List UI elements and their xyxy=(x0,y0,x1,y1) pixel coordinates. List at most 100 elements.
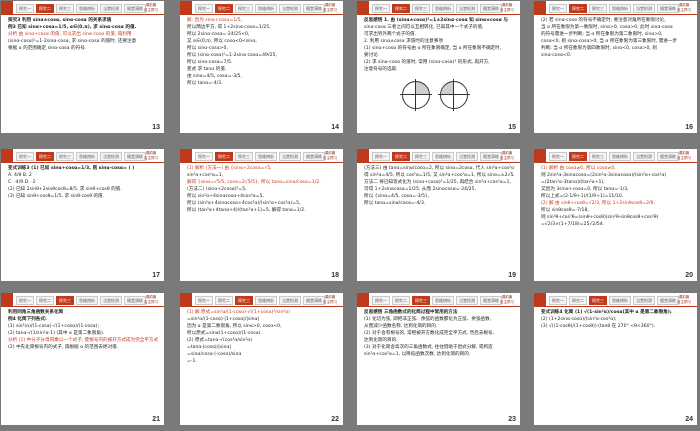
nav-tab[interactable]: 探究一 xyxy=(372,152,390,161)
nav-tab[interactable]: 思维辨析 xyxy=(609,4,631,13)
nav-tab[interactable]: 思维辨析 xyxy=(432,4,454,13)
nav-tab[interactable]: 探究一 xyxy=(549,296,567,305)
slide-number: 24 xyxy=(685,416,693,423)
nav-tab[interactable]: 探究三 xyxy=(56,4,74,13)
slide-text-line: (2) 已知 2sinθ+2sinθcosθ=8/5, 求 sinθ+cosθ … xyxy=(8,187,122,192)
nav-tabs: 探究一 探究二 探究三 思维辨析 当堂检测 随堂演练 xyxy=(372,152,502,161)
slide-header: 探究一 探究二 探究三 思维辨析 当堂检测 随堂演练 课前篇 自主预习 xyxy=(1,149,164,162)
slide-thumbnail[interactable]: 探究一 探究二 探究三 思维辨析 当堂检测 随堂演练 课前篇 自主预习 (1) 解析 (方法一… xyxy=(180,149,343,281)
nav-tabs: 探究一 探究二 探究三 思维辨析 当堂检测 随堂演练 xyxy=(372,4,502,13)
nav-tab[interactable]: 探究一 xyxy=(16,152,34,161)
nav-tab[interactable]: 当堂检测 xyxy=(100,296,122,305)
nav-tab[interactable]: 探究二 xyxy=(215,4,233,13)
slide-thumbnail[interactable]: 探究一 探究二 探究三 思维辨析 当堂检测 随堂演练 课前篇 自主预习 利用同角三角函数关系化… xyxy=(1,293,164,425)
nav-tab[interactable]: 探究一 xyxy=(195,296,213,305)
nav-tab[interactable]: 探究一 xyxy=(16,4,34,13)
nav-tab[interactable]: 当堂检测 xyxy=(100,4,122,13)
nav-tab[interactable]: 当堂检测 xyxy=(456,152,478,161)
section-label: 课前篇 自主预习 xyxy=(323,3,337,12)
nav-tab[interactable]: 探究三 xyxy=(589,4,607,13)
nav-tab[interactable]: 思维辨析 xyxy=(76,152,98,161)
nav-tab[interactable]: 思维辨析 xyxy=(609,296,631,305)
header-divider xyxy=(1,14,164,15)
nav-tab[interactable]: 探究二 xyxy=(215,152,233,161)
slide-text-line: =-1. xyxy=(187,359,197,364)
slide-text-line: 的符号需进一步判断; 当 α 所在象限为第二象限时, sinα>0, xyxy=(541,32,663,37)
slide-thumbnail[interactable]: 探究一 探究二 探究三 思维辨析 当堂检测 随堂演练 课前篇 自主预习 解: 因为 sinα+… xyxy=(180,1,343,133)
slide-thumbnail[interactable]: 探究一 探究二 探究三 思维辨析 当堂检测 随堂演练 课前篇 自主预习 反思感悟 三角函数式的… xyxy=(357,293,520,425)
nav-tab[interactable]: 当堂检测 xyxy=(633,152,655,161)
slide-content: 解: 因为 sinα+cosα=1/5, 所以两边平方, 得 1+2sinα·co… xyxy=(187,17,337,87)
slide-thumbnail[interactable]: 探究一 探究二 探究三 思维辨析 当堂检测 随堂演练 课前篇 自主预习 变式训练4 化简 (1… xyxy=(534,293,697,425)
slide-text-line: =(2tan²α-3tanα)/(tan²α+1), xyxy=(541,180,605,185)
nav-tab[interactable]: 探究二 xyxy=(36,152,54,161)
slide-number: 13 xyxy=(152,124,160,131)
slide-thumbnail[interactable]: 探究一 探究二 探究三 思维辨析 当堂检测 随堂演练 课前篇 自主预习 (2) 若 sinα-… xyxy=(534,1,697,133)
nav-tab[interactable]: 探究二 xyxy=(36,296,54,305)
nav-tab[interactable]: 探究三 xyxy=(412,152,430,161)
nav-tab[interactable]: 探究三 xyxy=(589,296,607,305)
nav-tab[interactable]: 当堂检测 xyxy=(279,296,301,305)
nav-tab[interactable]: 探究三 xyxy=(235,296,253,305)
slide-number: 17 xyxy=(152,272,160,279)
nav-tab[interactable]: 探究三 xyxy=(235,4,253,13)
nav-tab[interactable]: 思维辨析 xyxy=(255,152,277,161)
nav-tab[interactable]: 探究三 xyxy=(412,296,430,305)
logo-icon xyxy=(357,293,369,306)
slide-text-line: 变式训练3 (1) 已知 sinα+cosα=1/3, 则 sinα·cosα=… xyxy=(8,166,135,171)
section-label: 课前篇 自主预习 xyxy=(677,151,691,160)
slide-thumbnail[interactable]: 探究一 探究二 探究三 思维辨析 当堂检测 随堂演练 课前篇 自主预习 (1) 解析 由 co… xyxy=(534,149,697,281)
slide-text-line: 分析 (1) 中分子分母同乘以一个式子, 使根号内的被开方式成为完全平方式; xyxy=(8,338,158,343)
nav-tab[interactable]: 思维辨析 xyxy=(255,4,277,13)
nav-tab[interactable]: 探究三 xyxy=(235,152,253,161)
slide-thumbnail[interactable]: 探究一 探究二 探究三 思维辨析 当堂检测 随堂演练 课前篇 自主预习 (1) 解 原式=si… xyxy=(180,293,343,425)
nav-tab[interactable]: 探究二 xyxy=(569,4,587,13)
nav-tab[interactable]: 探究二 xyxy=(392,152,410,161)
slide-text-line: 注意符号的选取. xyxy=(364,67,398,72)
nav-tab[interactable]: 思维辨析 xyxy=(432,152,454,161)
nav-tab[interactable]: 探究一 xyxy=(549,152,567,161)
nav-tab[interactable]: 探究三 xyxy=(589,152,607,161)
nav-tab[interactable]: 当堂检测 xyxy=(456,296,478,305)
nav-tab[interactable]: 探究二 xyxy=(392,4,410,13)
nav-tab[interactable]: 探究一 xyxy=(549,4,567,13)
nav-tab[interactable]: 探究三 xyxy=(56,152,74,161)
slide-thumbnail[interactable]: 探究一 探究二 探究三 思维辨析 当堂检测 随堂演练 课前篇 自主预习 反思感悟 1. 由 (… xyxy=(357,1,520,133)
nav-tab[interactable]: 探究一 xyxy=(16,296,34,305)
nav-tab[interactable]: 当堂检测 xyxy=(633,4,655,13)
slide-text-line: 解: 因为 sinα+cosα=1/5, xyxy=(187,18,243,23)
slide-text-line: (3) √((1-cosθ)/(1+cosθ))·(tanθ 在 270° <θ… xyxy=(541,324,656,329)
slide-thumbnail[interactable]: 探究一 探究二 探究三 思维辨析 当堂检测 随堂演练 课前篇 自主预习 (方法三) 由 tan… xyxy=(357,149,520,281)
nav-tab[interactable]: 当堂检测 xyxy=(100,152,122,161)
nav-tab[interactable]: 探究一 xyxy=(195,4,213,13)
nav-tab[interactable]: 思维辨析 xyxy=(76,296,98,305)
nav-tab[interactable]: 探究一 xyxy=(195,152,213,161)
nav-tab[interactable]: 探究三 xyxy=(56,296,74,305)
nav-tab[interactable]: 当堂检测 xyxy=(456,4,478,13)
nav-tab[interactable]: 探究二 xyxy=(215,296,233,305)
nav-tab[interactable]: 探究一 xyxy=(372,296,390,305)
nav-tab[interactable]: 探究二 xyxy=(36,4,54,13)
slide-text-line: sinα·cosα 三者之间可以互相转化, 已知其中一个式子的值, xyxy=(364,25,484,30)
nav-tab[interactable]: 当堂检测 xyxy=(633,296,655,305)
nav-tab[interactable]: 思维辨析 xyxy=(76,4,98,13)
section-label: 课前篇 自主预习 xyxy=(144,151,158,160)
nav-tab[interactable]: 思维辨析 xyxy=(432,296,454,305)
nav-tab[interactable]: 思维辨析 xyxy=(255,296,277,305)
slide-text-line: 所以 (tan²α+4tanα+4)/(tan²α+1)=5, 解得 tanα=… xyxy=(187,208,306,213)
logo-icon xyxy=(1,149,13,162)
nav-tab[interactable]: 探究二 xyxy=(392,296,410,305)
slide-header: 探究一 探究二 探究三 思维辨析 当堂检测 随堂演练 课前篇 自主预习 xyxy=(1,1,164,14)
nav-tab[interactable]: 当堂检测 xyxy=(279,4,301,13)
slide-thumbnail[interactable]: 探究一 探究二 探究三 思维辨析 当堂检测 随堂演练 课前篇 自主预习变式训练3 (1) 已… xyxy=(1,149,164,281)
nav-tab[interactable]: 探究二 xyxy=(569,152,587,161)
slide-thumbnail[interactable]: 探究一 探究二 探究三 思维辨析 当堂检测 随堂演练 课前篇 自主预习 探究3 利用 sinα… xyxy=(1,1,164,133)
slide-text-line: 所以 (sinα-cosα)²=1-2sinα·cosα=49/25, xyxy=(187,53,277,58)
section-label: 课前篇 自主预习 xyxy=(323,295,337,304)
slide-text-line: 反思感悟 1. 由 (sinα±cosα)²=1±2sinα·cosα 知 si… xyxy=(364,18,508,23)
nav-tab[interactable]: 探究三 xyxy=(412,4,430,13)
nav-tab[interactable]: 思维辨析 xyxy=(609,152,631,161)
nav-tab[interactable]: 探究二 xyxy=(569,296,587,305)
nav-tab[interactable]: 探究一 xyxy=(372,4,390,13)
nav-tab[interactable]: 当堂检测 xyxy=(279,152,301,161)
